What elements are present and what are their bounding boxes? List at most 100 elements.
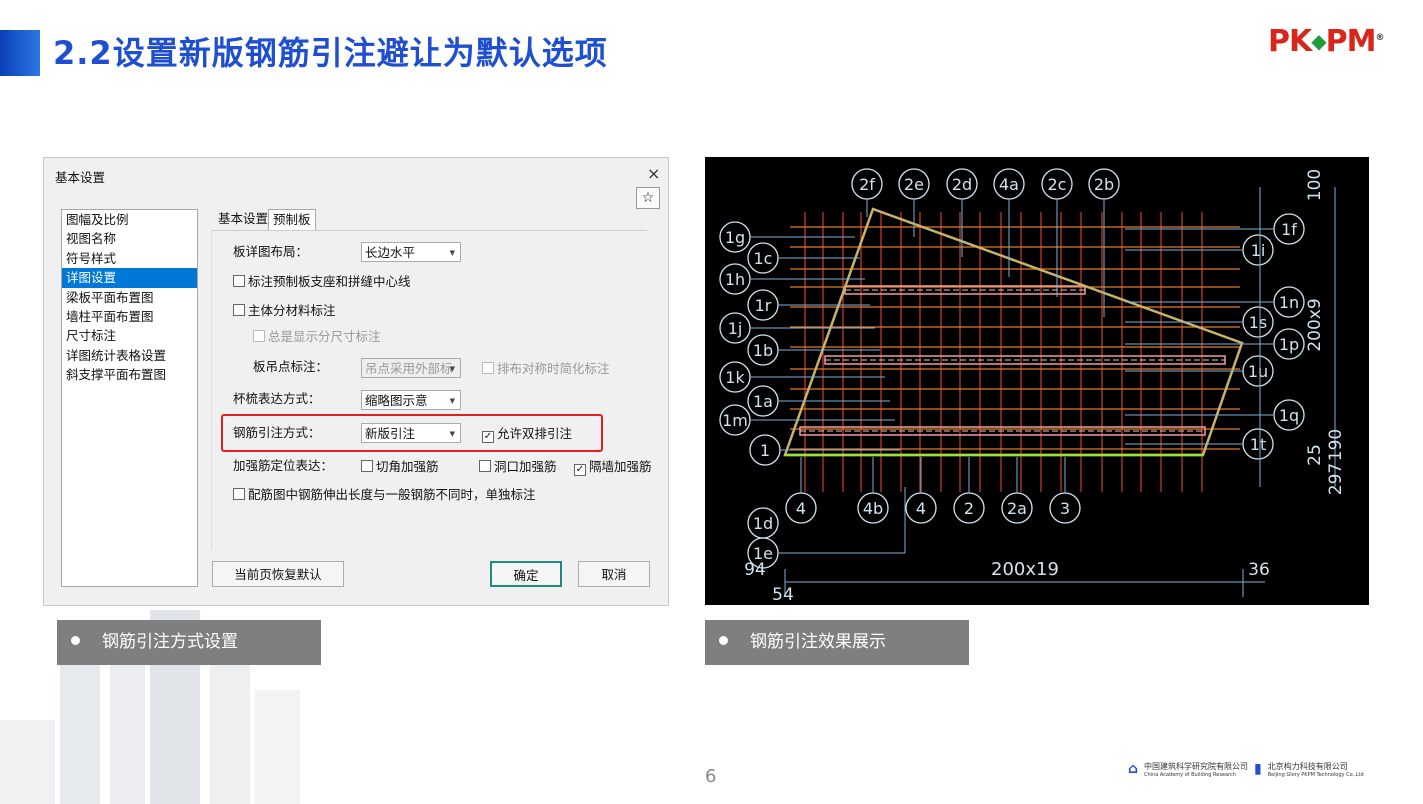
dim-right-small: 25: [1305, 444, 1325, 466]
layout-label: 板详图布局：: [233, 244, 309, 259]
left-bubble-label: 1r: [755, 296, 772, 315]
wall-checkbox-row[interactable]: ✓ 隔墙加强筋: [574, 456, 652, 476]
footer-logos: ⌂ 中国建筑科学研究院有限公司 China Academy of Building…: [1128, 758, 1410, 780]
nav-item[interactable]: 详图统计表格设置: [62, 346, 197, 365]
footer-org1-en: China Academy of Building Research: [1144, 771, 1236, 778]
rebar-label: 钢筋引注方式：: [233, 425, 321, 440]
cup-label: 杯梳表达方式：: [233, 391, 321, 406]
support-checkbox[interactable]: [233, 275, 245, 287]
material-checkbox[interactable]: [233, 304, 245, 316]
dim-right-top: 100: [1305, 169, 1325, 201]
right-bubble-label: 1u: [1248, 362, 1268, 381]
corner-checkbox[interactable]: [361, 460, 373, 472]
top-bubble-label: 2b: [1094, 175, 1114, 194]
wall-checkbox[interactable]: ✓: [574, 464, 586, 476]
right-bubble-label: 1p: [1279, 335, 1299, 354]
left-bubble-label: 1k: [725, 368, 745, 387]
settings-dialog: 基本设置 × ☆ 图幅及比例 视图名称 符号样式 详图设置 梁板平面布置图 墙柱平面布置图…: [43, 157, 669, 606]
dim-bottom-left: 94: [744, 560, 766, 580]
bullet-icon: [719, 636, 728, 645]
caption-right: 钢筋引注效果展示: [705, 620, 969, 665]
nav-item[interactable]: 梁板平面布置图: [62, 288, 197, 307]
nav-item[interactable]: 视图名称: [62, 229, 197, 248]
dim-right-mid: 200x9: [1305, 298, 1325, 351]
top-bubble-label: 4a: [999, 175, 1019, 194]
footer-org2-en: Beijing Glory PKPM Technology Co.,Ltd: [1267, 771, 1364, 778]
bottom-bubble-label: 4: [796, 499, 806, 518]
left-bubble-label: 1a: [753, 392, 773, 411]
left-bubble-label: 1h: [725, 270, 745, 289]
cancel-button[interactable]: 取消: [578, 561, 650, 587]
cup-select[interactable]: 缩略图示意 ▼: [361, 390, 461, 410]
right-bubble-label: 1t: [1250, 435, 1266, 454]
favorite-star-icon[interactable]: ☆: [636, 187, 660, 209]
support-checkbox-row[interactable]: 标注预制板支座和拼缝中心线: [233, 271, 411, 290]
nav-item[interactable]: 详图设置: [62, 268, 197, 288]
reinforce-label: 加强筋定位表达：: [233, 458, 334, 473]
right-bubble-label: 1i: [1251, 241, 1266, 260]
left-bubble-label: 1g: [725, 228, 745, 247]
hoist-label: 板吊点标注：: [253, 359, 329, 374]
top-bubble-label: 2e: [904, 175, 924, 194]
dim-right-bottom: 297: [1326, 463, 1346, 495]
corner-checkbox-row[interactable]: 切角加强筋: [361, 456, 439, 475]
nav-item[interactable]: 符号样式: [62, 249, 197, 268]
restore-defaults-button[interactable]: 当前页恢复默认: [212, 561, 344, 587]
tab-basic-settings[interactable]: 基本设置: [214, 209, 272, 229]
bottom-bubble-label: 4b: [863, 499, 883, 518]
bottom-bubble-label: 3: [1060, 499, 1070, 518]
hole-checkbox-row[interactable]: 洞口加强筋: [479, 456, 557, 475]
nav-item[interactable]: 斜支撑平面布置图: [62, 365, 197, 384]
bullet-icon: [71, 636, 80, 645]
symmetric-checkbox-row[interactable]: 排布对称时简化标注: [482, 358, 610, 377]
bottom-bubble-label: 4: [916, 499, 926, 518]
title-accent-bar: [0, 30, 40, 76]
page-number: 6: [705, 766, 717, 787]
bottom-bubble-label: 2a: [1007, 499, 1027, 518]
pkpm-logo: PK◆PM®: [1268, 24, 1384, 59]
double-checkbox[interactable]: ✓: [482, 431, 494, 443]
dim-bottom-left2: 54: [772, 585, 794, 605]
slide-title: 2.2设置新版钢筋引注避让为默认选项: [53, 34, 608, 72]
tab-divider: [211, 230, 647, 231]
right-bubble-label: 1n: [1279, 293, 1299, 312]
hole-checkbox[interactable]: [479, 460, 491, 472]
dim-bottom-right: 36: [1248, 560, 1270, 580]
caption-left: 钢筋引注方式设置: [57, 620, 321, 665]
dialog-title: 基本设置: [55, 170, 106, 185]
material-checkbox-row[interactable]: 主体分材料标注: [233, 300, 336, 319]
rebar-select[interactable]: 新版引注 ▼: [361, 423, 461, 443]
top-bubble-label: 2f: [859, 175, 875, 194]
pkpm-small-logo-icon: ▮: [1254, 761, 1262, 777]
panel-border: [211, 230, 212, 550]
nav-item[interactable]: 图幅及比例: [62, 210, 197, 229]
footer-org2: 北京构力科技有限公司: [1267, 761, 1348, 771]
ok-button[interactable]: 确定: [490, 561, 562, 587]
left-bubble-label: 1m: [722, 411, 748, 430]
symmetric-checkbox[interactable]: [482, 362, 494, 374]
right-bubble-label: 1s: [1249, 313, 1268, 332]
nav-item[interactable]: 墙柱平面布置图: [62, 307, 197, 326]
always-checkbox[interactable]: [253, 330, 265, 342]
cabr-logo-icon: ⌂: [1128, 761, 1139, 777]
left-bubble-label: 1: [760, 441, 770, 460]
right-bubble-label: 1q: [1279, 406, 1299, 425]
left-bubble-label: 1c: [754, 249, 773, 268]
always-checkbox-row[interactable]: 总是显示分尺寸标注: [253, 326, 381, 345]
extend-checkbox-row[interactable]: 配筋图中钢筋伸出长度与一般钢筋不同时，单独标注: [233, 484, 536, 503]
right-bubble-label: 1f: [1281, 220, 1297, 239]
extend-checkbox[interactable]: [233, 488, 245, 500]
dim-bottom-main: 200x19: [991, 559, 1059, 580]
close-icon[interactable]: ×: [647, 164, 660, 183]
tab-precast-slab[interactable]: 预制板: [268, 209, 316, 230]
nav-item[interactable]: 尺寸标注: [62, 326, 197, 345]
left-bubble-label: 1j: [728, 319, 743, 338]
layout-select[interactable]: 长边水平 ▼: [361, 242, 461, 262]
top-bubble-label: 2c: [1048, 175, 1067, 194]
lower-left-bubble-label: 1d: [753, 514, 773, 533]
left-bubble-label: 1b: [753, 341, 773, 360]
double-checkbox-row[interactable]: ✓ 允许双排引注: [482, 423, 572, 443]
footer-org1: 中国建筑科学研究院有限公司: [1144, 761, 1249, 771]
dim-right-bottom2: 190: [1326, 429, 1346, 461]
hoist-select[interactable]: 吊点采用外部标 ▼: [361, 358, 461, 378]
